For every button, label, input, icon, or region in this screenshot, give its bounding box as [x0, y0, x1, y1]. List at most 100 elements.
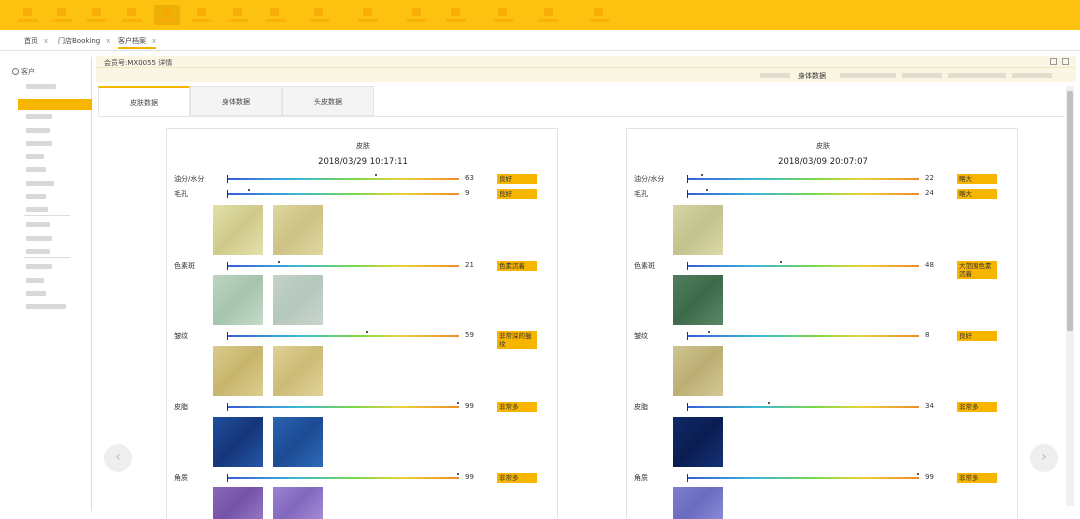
subtab-blurred[interactable]	[948, 73, 1006, 78]
subtab-blurred[interactable]	[840, 73, 896, 78]
toolbar-button-3[interactable]	[84, 5, 110, 25]
subtab-blurred[interactable]	[1012, 73, 1052, 78]
toolbar-caption-blurred	[122, 19, 142, 22]
toolbar-caption-blurred	[228, 19, 248, 22]
metric-marker	[247, 189, 250, 191]
toolbar-button-15[interactable]	[586, 5, 612, 25]
metric-label: 皮脂	[634, 403, 648, 411]
metric-value: 34	[925, 402, 934, 410]
close-icon[interactable]: x	[106, 37, 110, 45]
metric-marker	[700, 174, 703, 176]
sidebar-item[interactable]	[26, 304, 66, 309]
toolbar-button-11[interactable]	[404, 5, 430, 25]
skin-photo[interactable]	[213, 205, 263, 255]
scrollbar-thumb[interactable]	[1067, 91, 1073, 331]
subtab-blurred[interactable]	[760, 73, 790, 78]
skin-photo[interactable]	[213, 417, 263, 467]
vertical-scrollbar[interactable]	[1066, 86, 1074, 506]
sidebar-item[interactable]	[26, 291, 46, 296]
tab-body-data[interactable]: 身体数据	[190, 86, 282, 116]
subtab-blurred[interactable]	[902, 73, 942, 78]
subtab-body-data[interactable]: 身体数据	[798, 71, 826, 81]
sidebar-item[interactable]	[26, 114, 52, 119]
sidebar-item[interactable]	[26, 278, 44, 283]
skin-photo[interactable]	[673, 205, 723, 255]
prev-record-button[interactable]: ‹	[104, 444, 132, 472]
skin-photo[interactable]	[213, 346, 263, 396]
toolbar-button-4[interactable]	[119, 5, 145, 25]
sidebar-item-selected[interactable]	[18, 99, 92, 110]
tab-customer-profile[interactable]: 客户档案 x	[118, 36, 157, 49]
skin-photo[interactable]	[273, 275, 323, 325]
sidebar-item[interactable]	[26, 141, 52, 146]
sidebar-item[interactable]	[26, 128, 50, 133]
sidebar-item[interactable]	[26, 167, 46, 172]
toolbar-button-8[interactable]	[262, 5, 288, 25]
metric-marker	[768, 402, 771, 404]
sidebar-item[interactable]	[26, 207, 48, 212]
metric-value: 48	[925, 261, 934, 269]
detail-panel: 会员号:MX0055 详情 身体数据 皮肤数据 身体数据 头皮数据 ‹ › 皮肤…	[96, 56, 1080, 519]
toolbar-icon	[233, 8, 242, 16]
sidebar-item[interactable]	[26, 236, 52, 241]
toolbar-caption-blurred	[18, 19, 38, 22]
skin-photo[interactable]	[273, 487, 323, 519]
close-icon[interactable]: x	[44, 37, 48, 45]
skin-photo[interactable]	[273, 417, 323, 467]
metric-rating-badge: 大范围色素沉着	[957, 261, 997, 279]
skin-photo[interactable]	[273, 205, 323, 255]
toolbar-button-2[interactable]	[49, 5, 75, 25]
skin-photo[interactable]	[673, 417, 723, 467]
metric-rating-badge: 略大	[957, 174, 997, 184]
metric-bar	[687, 261, 919, 270]
toolbar-button-7[interactable]	[225, 5, 251, 25]
sidebar-item[interactable]	[26, 264, 52, 269]
tab-scalp-data[interactable]: 头皮数据	[282, 86, 374, 116]
card-date: 2018/03/29 10:17:11	[318, 157, 408, 167]
skin-photo[interactable]	[673, 275, 723, 325]
skin-photo[interactable]	[213, 487, 263, 519]
toolbar-button-14[interactable]	[536, 5, 562, 25]
toolbar-button-6[interactable]	[189, 5, 215, 25]
close-icon[interactable]	[1062, 58, 1069, 65]
sidebar-item[interactable]	[26, 84, 56, 89]
metric-label: 皱纹	[634, 332, 648, 340]
sidebar: 客户	[0, 57, 92, 511]
sidebar-item[interactable]	[26, 154, 44, 159]
tab-skin-data[interactable]: 皮肤数据	[98, 86, 190, 116]
metric-marker	[456, 402, 459, 404]
toolbar-button-5[interactable]	[154, 5, 180, 25]
tab-store-booking[interactable]: 门店Booking x	[58, 36, 110, 46]
metric-rating-badge: 色素沉着	[497, 261, 537, 271]
skin-photo[interactable]	[213, 275, 263, 325]
metric-rating-badge: 非常多	[957, 402, 997, 412]
sidebar-item[interactable]	[26, 181, 54, 186]
sidebar-divider	[24, 257, 70, 258]
skin-photo[interactable]	[673, 487, 723, 519]
metric-rating-badge: 良好	[957, 331, 997, 341]
toolbar-caption-blurred	[265, 19, 285, 22]
skin-photo[interactable]	[273, 346, 323, 396]
toolbar-button-9[interactable]	[306, 5, 332, 25]
toolbar-button-13[interactable]	[490, 5, 516, 25]
close-icon[interactable]: x	[152, 37, 156, 45]
tab-home[interactable]: 首页 x	[24, 36, 48, 46]
sidebar-item[interactable]	[26, 249, 50, 254]
metric-rating-badge: 良好	[497, 189, 537, 199]
skin-photo[interactable]	[673, 346, 723, 396]
restore-icon[interactable]	[1050, 58, 1057, 65]
toolbar-icon	[594, 8, 603, 16]
main-toolbar	[0, 0, 1080, 30]
toolbar-button-12[interactable]	[443, 5, 469, 25]
toolbar-caption-blurred	[52, 19, 72, 22]
toolbar-caption-blurred	[309, 19, 329, 22]
sidebar-item[interactable]	[26, 194, 46, 199]
sidebar-item[interactable]	[26, 222, 50, 227]
toolbar-button-10[interactable]	[355, 5, 381, 25]
detail-subtab-bar: 身体数据	[96, 68, 1076, 82]
metric-value: 99	[465, 473, 474, 481]
toolbar-icon	[498, 8, 507, 16]
toolbar-button-1[interactable]	[15, 5, 41, 25]
next-record-button[interactable]: ›	[1030, 444, 1058, 472]
toolbar-caption-blurred	[539, 19, 559, 22]
